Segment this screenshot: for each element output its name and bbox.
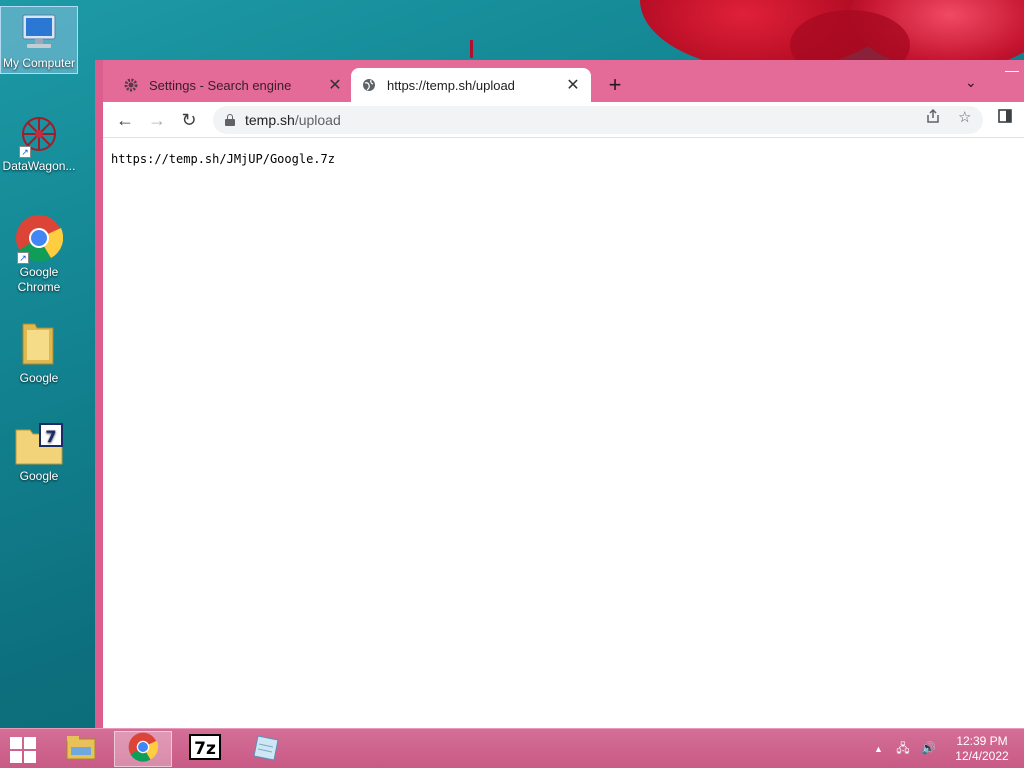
browser-toolbar: ← → ↻ temp.sh/upload ☆ — [103, 102, 1024, 138]
minimize-button[interactable]: — — [1005, 62, 1019, 78]
taskbar-file-explorer[interactable] — [52, 731, 110, 767]
tab-title: Settings - Search engine — [149, 77, 292, 93]
taskbar-chrome[interactable] — [114, 731, 172, 767]
new-tab-button[interactable]: + — [603, 72, 627, 98]
taskbar: 7z ▲ 🖧 🔊 12:39 PM 12/4/2022 — [0, 728, 1024, 768]
tab-settings[interactable]: Settings - Search engine ✕ — [113, 68, 353, 102]
side-panel-icon[interactable] — [997, 108, 1013, 128]
address-host: temp.sh — [245, 112, 295, 128]
close-icon[interactable]: ✕ — [565, 75, 581, 95]
datawagon-icon: ↗ — [17, 112, 61, 158]
upload-result-url[interactable]: https://temp.sh/JMjUP/Google.7z — [111, 152, 1016, 166]
desktop-icon-google-chrome[interactable]: ↗ Google Chrome — [0, 214, 78, 295]
computer-icon — [17, 11, 61, 53]
taskbar-notepad[interactable] — [238, 731, 296, 767]
gear-icon — [123, 77, 139, 93]
taskbar-clock[interactable]: 12:39 PM 12/4/2022 — [950, 734, 1014, 764]
wallpaper-flower — [620, 0, 1024, 62]
chevron-down-icon[interactable]: ⌄ — [965, 74, 977, 91]
windows-start-icon[interactable] — [8, 735, 40, 763]
shortcut-arrow-icon: ↗ — [19, 146, 31, 158]
desktop-icon-datawagon[interactable]: ↗ DataWagon... — [0, 112, 78, 174]
shortcut-arrow-icon: ↗ — [17, 252, 29, 264]
globe-icon — [361, 77, 377, 93]
volume-icon[interactable]: 🔊 — [921, 741, 936, 755]
desktop-icon-label: Google — [19, 469, 59, 483]
desktop-icon-my-computer[interactable]: My Computer — [0, 6, 78, 74]
folder-icon — [19, 318, 59, 368]
tab-title: https://temp.sh/upload — [387, 77, 515, 93]
page-content: https://temp.sh/JMjUP/Google.7z — [103, 138, 1024, 728]
desktop-icon-google-7z[interactable]: 7 Google — [0, 422, 78, 484]
chrome-icon: ↗ — [15, 214, 64, 264]
wallpaper-stem — [470, 40, 473, 58]
taskbar-7zip[interactable]: 7z — [176, 731, 234, 767]
back-arrow-icon[interactable]: ← — [113, 108, 137, 132]
share-icon[interactable] — [925, 108, 941, 128]
tab-strip: Settings - Search engine ✕ https://temp.… — [103, 60, 1024, 102]
file-explorer-icon — [65, 733, 97, 766]
desktop-icon-google-folder[interactable]: Google — [0, 318, 78, 386]
network-icon[interactable]: 🖧 — [896, 741, 909, 755]
bookmark-star-icon[interactable]: ☆ — [958, 108, 971, 126]
desktop-icon-label: My Computer — [2, 56, 76, 70]
system-tray: ▲ 🖧 🔊 — [874, 739, 936, 760]
forward-arrow-icon[interactable]: → — [145, 108, 169, 132]
close-icon[interactable]: ✕ — [327, 75, 343, 95]
reload-icon[interactable]: ↻ — [177, 108, 201, 132]
svg-text:7z: 7z — [194, 739, 216, 759]
lock-icon — [225, 114, 235, 126]
clock-time: 12:39 PM — [956, 734, 1008, 748]
7zip-icon: 7z — [189, 733, 221, 765]
desktop-icon-label: Google — [19, 371, 59, 385]
notepad-icon — [252, 732, 282, 767]
desktop-icon-label: DataWagon... — [2, 159, 76, 173]
show-hidden-icons-icon[interactable]: ▲ — [874, 744, 883, 754]
svg-text:7: 7 — [45, 427, 56, 446]
desktop-icon-label: Google Chrome — [17, 265, 61, 294]
clock-date: 12/4/2022 — [955, 749, 1009, 763]
address-bar[interactable]: temp.sh/upload — [213, 106, 983, 134]
browser-window: Settings - Search engine ✕ https://temp.… — [95, 60, 1024, 728]
address-path: /upload — [294, 112, 341, 128]
chrome-icon — [128, 732, 159, 767]
tab-temp-sh-upload[interactable]: https://temp.sh/upload ✕ — [351, 68, 591, 102]
7z-archive-icon: 7 — [14, 422, 64, 466]
